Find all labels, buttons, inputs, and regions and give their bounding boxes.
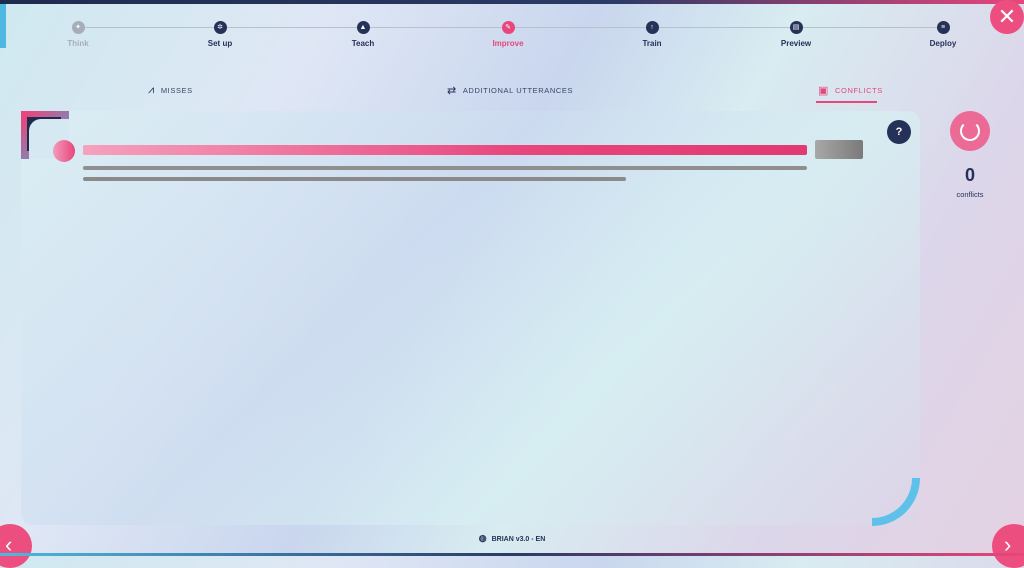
conflicts-count: 0 <box>964 165 975 185</box>
conflicts-panel <box>21 111 920 525</box>
chevron-left-icon: ‹ <box>5 532 13 557</box>
step-label: Train <box>642 39 662 48</box>
step-label: Deploy <box>929 39 957 48</box>
robot-icon: ▣ <box>818 85 829 97</box>
skeleton-text-line <box>83 177 626 181</box>
step-preview[interactable]: ▤ Preview <box>756 21 836 48</box>
skeleton-text-line <box>83 166 807 170</box>
next-button[interactable]: › <box>992 524 1024 568</box>
tab-misses[interactable]: ⩘ MISSES <box>148 84 193 97</box>
tab-label: MISSES <box>160 86 193 95</box>
footer-text: BRIAN v3.0 - EN <box>491 536 546 543</box>
stack-icon: ≡ <box>936 21 950 34</box>
step-label: Teach <box>351 39 375 48</box>
close-icon: ✕ <box>997 4 1017 29</box>
step-improve[interactable]: ✎ Improve <box>468 21 548 48</box>
gear-icon: ✲ <box>213 21 227 34</box>
pencil-icon: ✎ <box>501 21 515 34</box>
step-think[interactable]: ✦ Think <box>38 21 118 48</box>
chevron-right-icon: › <box>1004 532 1012 557</box>
step-train[interactable]: ↑ Train <box>612 21 692 48</box>
chart-dip-icon: ⩘ <box>148 84 155 96</box>
tab-label: ADDITIONAL UTTERANCES <box>462 86 574 95</box>
step-label: Think <box>67 39 89 48</box>
help-icon: ? <box>895 126 903 138</box>
progress-stepper: ✦ Think ✲ Set up ▲ Teach ✎ Improve ↑ Tra… <box>0 0 1024 60</box>
conflicts-count-label: conflicts <box>956 190 984 199</box>
panel-corner-arc <box>872 478 920 526</box>
loading-spinner-icon <box>950 111 990 151</box>
repeat-icon: ⇄ <box>447 85 457 97</box>
cloud-upload-icon: ↑ <box>645 21 659 34</box>
graduation-cap-icon: ▲ <box>356 21 370 34</box>
browser-window-icon: ▤ <box>789 21 803 34</box>
help-button[interactable]: ? <box>887 120 911 144</box>
step-label: Improve <box>492 39 524 48</box>
close-button[interactable]: ✕ <box>990 0 1024 34</box>
active-tab-indicator <box>816 101 877 103</box>
tab-label: CONFLICTS <box>835 86 883 95</box>
step-label: Preview <box>780 39 812 48</box>
step-teach[interactable]: ▲ Teach <box>323 21 403 48</box>
globe-icon: ◍ <box>478 533 487 543</box>
skeleton-avatar <box>53 140 75 162</box>
footer-version: ◍ BRIAN v3.0 - EN <box>0 533 1024 544</box>
step-deploy[interactable]: ≡ Deploy <box>903 21 983 48</box>
tab-additional-utterances[interactable]: ⇄ ADDITIONAL UTTERANCES <box>447 84 573 97</box>
tab-conflicts[interactable]: ▣ CONFLICTS <box>818 84 883 97</box>
lightbulb-icon: ✦ <box>71 21 85 34</box>
skeleton-action-button <box>815 140 863 159</box>
step-setup[interactable]: ✲ Set up <box>180 21 260 48</box>
previous-button[interactable]: ‹ <box>0 524 32 568</box>
skeleton-title-bar <box>83 145 807 155</box>
step-label: Set up <box>207 39 233 48</box>
